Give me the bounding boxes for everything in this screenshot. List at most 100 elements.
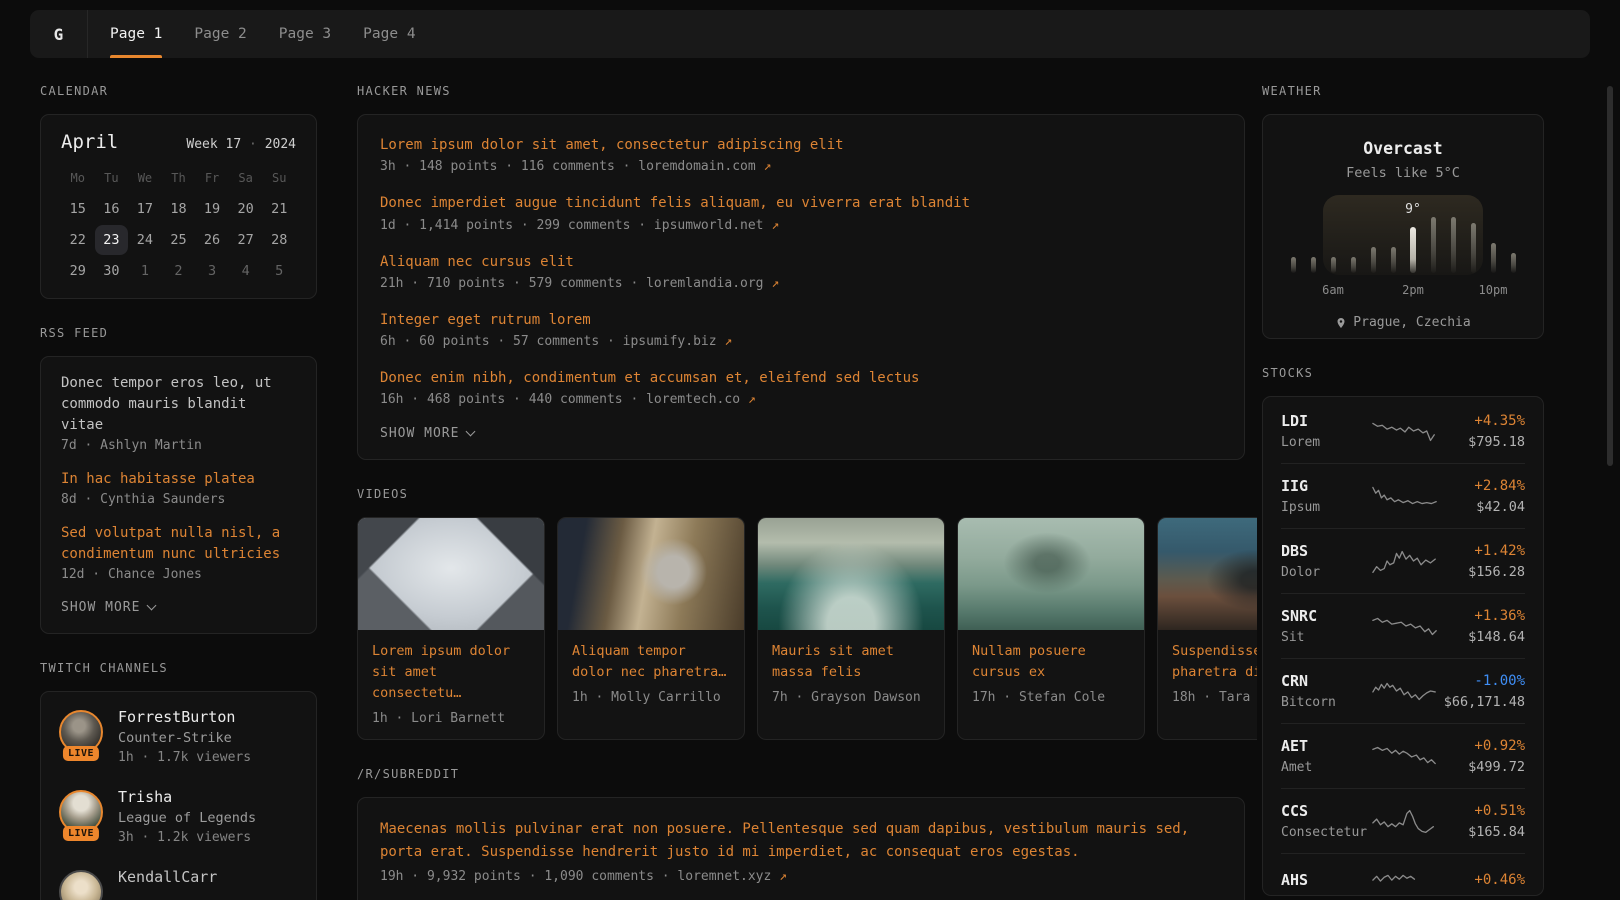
calendar-weekday: Sa: [229, 163, 263, 193]
calendar-day: 28: [262, 225, 296, 255]
calendar-day: 27: [229, 225, 263, 255]
stock-row[interactable]: AHS +0.46%: [1281, 853, 1525, 896]
tab-page-1[interactable]: Page 1: [94, 10, 178, 58]
hour-bar: [1291, 257, 1296, 273]
time-label: 6am: [1322, 283, 1344, 297]
stocks-header: STOCKS: [1262, 366, 1544, 380]
rss-item-meta: 12d · Chance Jones: [61, 567, 296, 582]
twitch-channel-row[interactable]: LIVE Trisha League of Legends 3h · 1.2k …: [59, 788, 298, 845]
dashboard-grid: CALENDAR April Week 17 · 2024 MoTuWeThFr…: [0, 58, 1620, 900]
calendar-day: 5: [262, 256, 296, 286]
hackernews-header: HACKER NEWS: [357, 84, 1245, 98]
calendar-day: 19: [195, 194, 229, 224]
video-thumbnail: [1158, 518, 1257, 630]
stock-change: -1.00%: [1439, 673, 1525, 689]
twitch-header: TWITCH CHANNELS: [40, 661, 317, 675]
time-label: 2pm: [1402, 283, 1424, 297]
video-card[interactable]: Aliquam tempor dolor nec pharetra… 1h · …: [557, 517, 745, 740]
stock-change: +1.42%: [1439, 543, 1525, 559]
twitch-channel-row[interactable]: KendallCarr: [59, 868, 298, 900]
stock-row[interactable]: SNRCSit +1.36%$148.64: [1281, 593, 1525, 658]
calendar-month: April: [61, 131, 118, 153]
rss-item-title[interactable]: Donec tempor eros leo, ut commodo mauris…: [61, 373, 296, 436]
stock-sparkline: [1371, 481, 1439, 511]
stock-sparkline: [1371, 741, 1439, 771]
news-meta: 6h · 60 points · 57 comments · ipsumify.…: [380, 334, 1222, 349]
news-item: Lorem ipsum dolor sit amet, consectetur …: [380, 135, 1222, 174]
stocks-widget: STOCKS LDILorem +4.35%$795.18 IIGIpsum +…: [1262, 366, 1544, 896]
rss-item-title[interactable]: In hac habitasse platea: [61, 469, 296, 490]
stock-symbol: AHS: [1281, 871, 1371, 889]
hour-slot: [1303, 211, 1323, 273]
news-title[interactable]: Donec imperdiet augue tincidunt felis al…: [380, 193, 1222, 213]
calendar-weekday: Su: [262, 163, 296, 193]
stock-row[interactable]: AETAmet +0.92%$499.72: [1281, 723, 1525, 788]
video-card[interactable]: Suspendisse pharetra diam 18h · Tara: [1157, 517, 1257, 740]
hackernews-show-more-button[interactable]: SHOW MORE: [380, 426, 1222, 441]
post-title[interactable]: Maecenas mollis pulvinar erat non posuer…: [380, 818, 1222, 864]
time-label: 10pm: [1479, 283, 1508, 297]
hour-bar: [1391, 247, 1396, 273]
calendar-widget: CALENDAR April Week 17 · 2024 MoTuWeThFr…: [40, 84, 317, 299]
videos-carousel: Lorem ipsum dolor sit amet consectetu… 1…: [357, 517, 1257, 740]
hour-slot: [1443, 211, 1463, 273]
stock-row[interactable]: IIGIpsum +2.84%$42.04: [1281, 463, 1525, 528]
post-meta: 19h · 9,932 points · 1,090 comments · lo…: [380, 869, 1222, 884]
stock-price: $165.84: [1439, 824, 1525, 840]
app-logo[interactable]: G: [30, 10, 88, 58]
calendar-week-year: Week 17 · 2024: [186, 137, 296, 152]
video-card[interactable]: Mauris sit amet massa felis 7h · Grayson…: [757, 517, 945, 740]
stock-sparkline: [1371, 416, 1439, 446]
news-title[interactable]: Donec enim nibh, condimentum et accumsan…: [380, 368, 1222, 388]
hour-bar: [1431, 217, 1436, 273]
tab-page-2[interactable]: Page 2: [178, 10, 262, 58]
news-title[interactable]: Aliquam nec cursus elit: [380, 252, 1222, 272]
stock-row[interactable]: CCSConsectetur +0.51%$165.84: [1281, 788, 1525, 853]
video-card[interactable]: Lorem ipsum dolor sit amet consectetu… 1…: [357, 517, 545, 740]
twitch-channel-row[interactable]: LIVE ForrestBurton Counter-Strike 1h · 1…: [59, 708, 298, 765]
stock-change: +0.92%: [1439, 738, 1525, 754]
rss-item-title[interactable]: Sed volutpat nulla nisl, a condimentum n…: [61, 523, 296, 565]
video-title: Lorem ipsum dolor sit amet consectetu…: [372, 641, 530, 704]
calendar-day: 3: [195, 256, 229, 286]
video-meta: 1h · Molly Carrillo: [572, 690, 730, 705]
rss-item-meta: 7d · Ashlyn Martin: [61, 438, 296, 453]
calendar-day: 30: [95, 256, 129, 286]
streamer-name: Trisha: [118, 788, 256, 806]
stream-meta: 3h · 1.2k viewers: [118, 830, 256, 845]
calendar-day: 29: [61, 256, 95, 286]
stock-name: Sit: [1281, 630, 1371, 645]
calendar-header: CALENDAR: [40, 84, 317, 98]
external-link-icon: ↗: [724, 334, 732, 349]
stock-row[interactable]: CRNBitcorn -1.00%$66,171.48: [1281, 658, 1525, 723]
external-link-icon: ↗: [771, 276, 779, 291]
hour-slot: [1463, 211, 1483, 273]
stock-symbol: CCS: [1281, 802, 1371, 820]
stock-row[interactable]: LDILorem +4.35%$795.18: [1281, 399, 1525, 463]
top-nav: G Page 1 Page 2 Page 3 Page 4: [30, 10, 1590, 58]
calendar-day: 26: [195, 225, 229, 255]
stock-price: $499.72: [1439, 759, 1525, 775]
news-title[interactable]: Lorem ipsum dolor sit amet, consectetur …: [380, 135, 1222, 155]
stock-name: Lorem: [1281, 435, 1371, 450]
calendar-weekday: Th: [162, 163, 196, 193]
news-title[interactable]: Integer eget rutrum lorem: [380, 310, 1222, 330]
calendar-day: 1: [128, 256, 162, 286]
tab-page-4[interactable]: Page 4: [347, 10, 431, 58]
page-scrollbar[interactable]: [1607, 86, 1613, 466]
video-card[interactable]: Nullam posuere cursus ex 17h · Stefan Co…: [957, 517, 1145, 740]
video-title: Aliquam tempor dolor nec pharetra…: [572, 641, 730, 683]
tab-page-3[interactable]: Page 3: [263, 10, 347, 58]
rss-show-more-button[interactable]: SHOW MORE: [61, 600, 296, 615]
weather-card: Overcast Feels like 5°C 9°6am2pm10pm Pra…: [1262, 114, 1544, 339]
stock-sparkline: [1371, 546, 1439, 576]
hackernews-widget: HACKER NEWS Lorem ipsum dolor sit amet, …: [357, 84, 1245, 460]
stock-change: +4.35%: [1439, 413, 1525, 429]
calendar-day: 2: [162, 256, 196, 286]
hour-slot: [1343, 211, 1363, 273]
stock-symbol: SNRC: [1281, 607, 1371, 625]
stock-row[interactable]: DBSDolor +1.42%$156.28: [1281, 528, 1525, 593]
weather-condition: Overcast: [1283, 139, 1523, 158]
weather-feels-like: Feels like 5°C: [1283, 165, 1523, 181]
stock-name: Ipsum: [1281, 500, 1371, 515]
